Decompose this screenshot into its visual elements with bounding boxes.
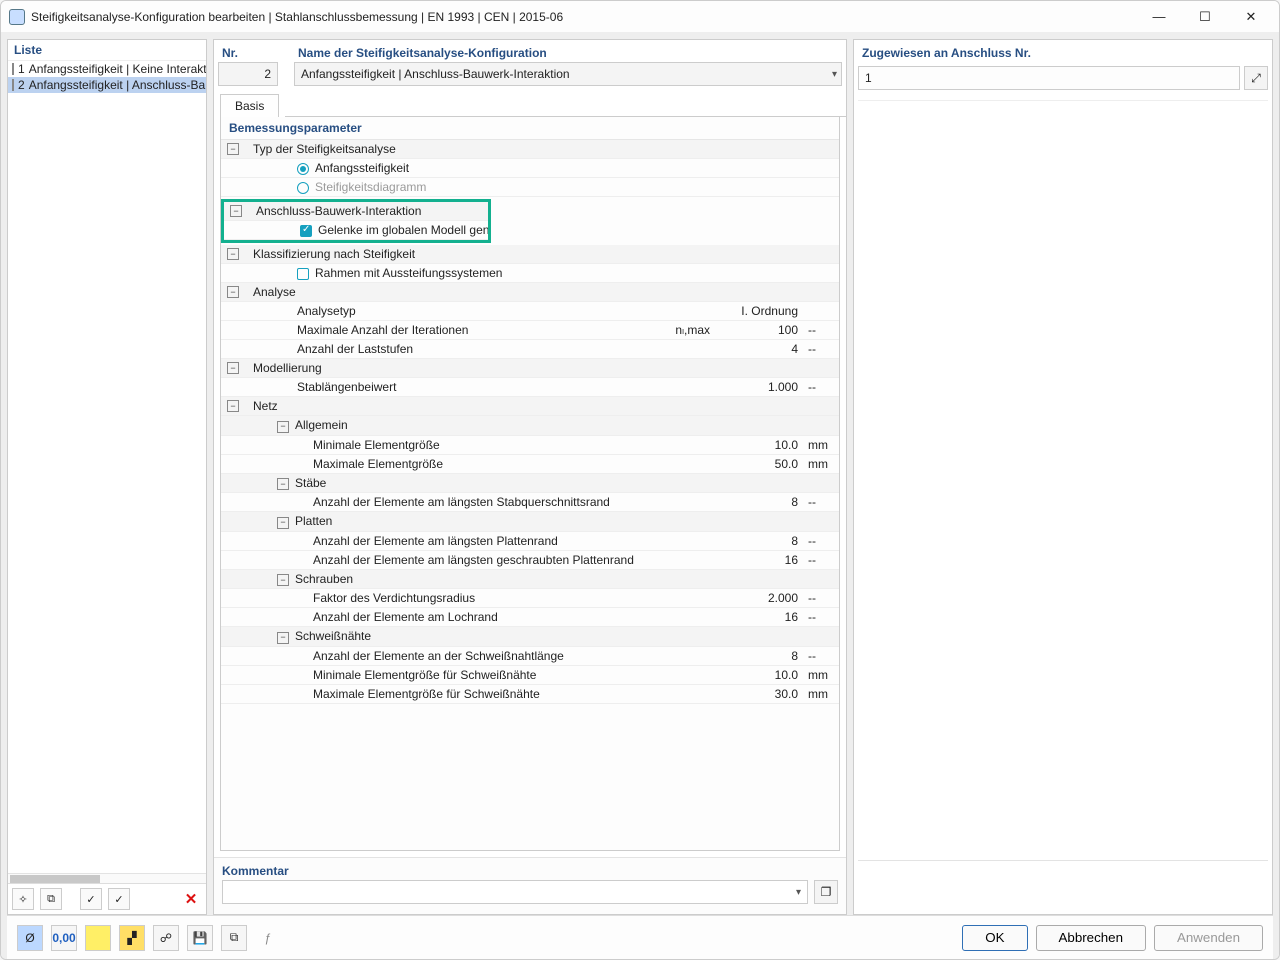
collapse-icon[interactable]: − — [277, 574, 289, 586]
dialog-window: Steifigkeitsanalyse-Konfiguration bearbe… — [0, 0, 1280, 960]
copy-button[interactable]: ⧉ — [40, 888, 62, 910]
collapse-icon[interactable]: − — [227, 286, 239, 298]
tool-h[interactable]: ƒ — [255, 925, 281, 951]
collapse-icon[interactable]: − — [227, 143, 239, 155]
tool-units[interactable]: Ø — [17, 925, 43, 951]
list-item[interactable]: 2 Anfangssteifigkeit | Anschluss-Bauwerk… — [8, 77, 206, 93]
checkbox-generate-hinges[interactable] — [300, 225, 312, 237]
nr-label: Nr. — [218, 44, 288, 62]
comment-picker-button[interactable]: ❐ — [814, 880, 838, 904]
tool-color-b[interactable]: ▞ — [119, 925, 145, 951]
collapse-icon[interactable]: − — [227, 400, 239, 412]
list-item[interactable]: 1 Anfangssteifigkeit | Keine Interaktion — [8, 61, 206, 77]
ok-button[interactable]: OK — [962, 925, 1027, 951]
comment-label: Kommentar — [222, 864, 838, 878]
tool-g[interactable]: ⧉ — [221, 925, 247, 951]
maximize-button[interactable]: ☐ — [1191, 7, 1219, 27]
tool-color-a[interactable] — [85, 925, 111, 951]
minimize-button[interactable]: — — [1145, 7, 1173, 27]
color-swatch — [12, 79, 14, 91]
new-button[interactable]: ✧ — [12, 888, 34, 910]
collapse-icon[interactable]: − — [227, 362, 239, 374]
highlight-interaction: −Anschluss-Bauwerk-Interaktion Gelenke i… — [221, 199, 491, 243]
section-title: Bemessungsparameter — [221, 117, 839, 140]
list-toolbar: ✧ ⧉ ✓ ✓ ✕ — [8, 883, 206, 914]
chevron-down-icon: ▾ — [832, 69, 837, 80]
radio-initial-stiffness[interactable] — [297, 163, 309, 175]
cancel-button[interactable]: Abbrechen — [1036, 925, 1146, 951]
list-header: Liste — [8, 40, 206, 61]
checkbox-braced-frames[interactable] — [297, 268, 309, 280]
chevron-down-icon: ▾ — [796, 887, 801, 898]
parameter-tree: Bemessungsparameter −Typ der Steifigkeit… — [220, 117, 840, 851]
comment-input[interactable]: ▾ — [222, 880, 808, 904]
radio-stiffness-diagram[interactable] — [297, 182, 309, 194]
collapse-icon[interactable]: − — [277, 632, 289, 644]
collapse-icon[interactable]: − — [230, 205, 242, 217]
assigned-label: Zugewiesen an Anschluss Nr. — [854, 40, 1272, 66]
color-swatch — [12, 63, 14, 75]
config-pane: Nr. 2 Name der Steifigkeitsanalyse-Konfi… — [213, 39, 847, 915]
list-pane: Liste 1 Anfangssteifigkeit | Keine Inter… — [7, 39, 207, 915]
list-item-label: Anfangssteifigkeit | Anschluss-Bauwerk-I… — [29, 78, 206, 92]
window-title: Steifigkeitsanalyse-Konfiguration bearbe… — [31, 10, 1145, 24]
name-dropdown[interactable]: Anfangssteifigkeit | Anschluss-Bauwerk-I… — [294, 62, 842, 86]
check-a-button[interactable]: ✓ — [80, 888, 102, 910]
tool-e[interactable]: ☍ — [153, 925, 179, 951]
check-b-button[interactable]: ✓ — [108, 888, 130, 910]
apply-button[interactable]: Anwenden — [1154, 925, 1263, 951]
list-item-label: Anfangssteifigkeit | Keine Interaktion — [29, 62, 206, 76]
app-icon — [9, 9, 25, 25]
collapse-icon[interactable]: − — [277, 421, 289, 433]
pick-button[interactable]: ⤢ — [1244, 66, 1268, 90]
close-button[interactable]: ✕ — [1237, 7, 1265, 27]
delete-button[interactable]: ✕ — [180, 888, 202, 910]
collapse-icon[interactable]: − — [277, 478, 289, 490]
nr-input[interactable]: 2 — [218, 62, 278, 86]
footer-toolbar: Ø 0,00 ▞ ☍ 💾 ⧉ ƒ OK Abbrechen Anwenden — [7, 915, 1273, 959]
assigned-input[interactable]: 1 — [858, 66, 1240, 90]
assigned-pane: Zugewiesen an Anschluss Nr. 1 ⤢ — [853, 39, 1273, 915]
tab-basis[interactable]: Basis — [220, 94, 279, 117]
tool-save[interactable]: 💾 — [187, 925, 213, 951]
titlebar: Steifigkeitsanalyse-Konfiguration bearbe… — [1, 1, 1279, 33]
collapse-icon[interactable]: − — [277, 517, 289, 529]
name-label: Name der Steifigkeitsanalyse-Konfigurati… — [294, 44, 842, 62]
tool-decimals[interactable]: 0,00 — [51, 925, 77, 951]
collapse-icon[interactable]: − — [227, 248, 239, 260]
